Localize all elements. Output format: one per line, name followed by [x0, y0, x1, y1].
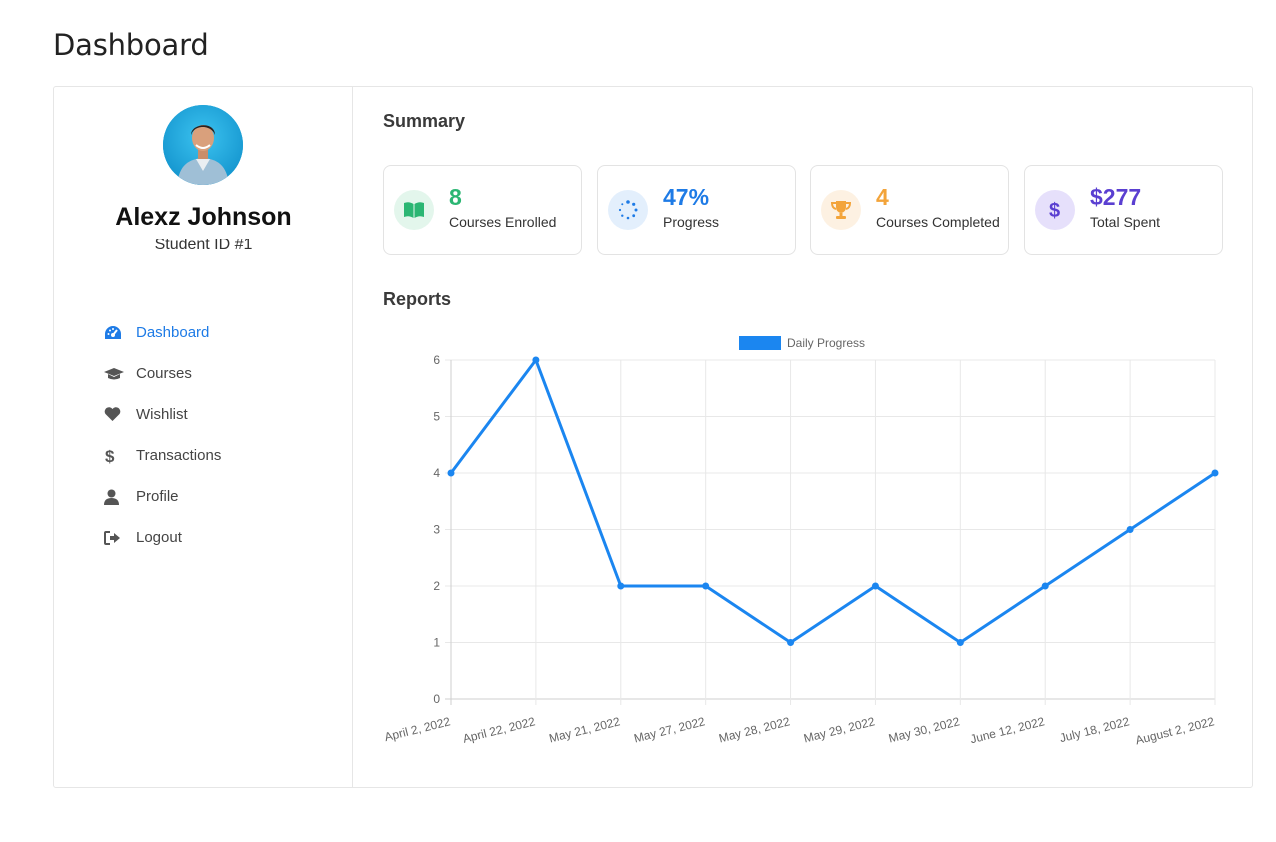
- x-tick-label: May 29, 2022: [802, 714, 876, 745]
- x-tick-label: May 27, 2022: [632, 714, 706, 745]
- data-point: [447, 469, 455, 477]
- series-line-daily-progress: [449, 358, 1216, 644]
- data-point: [871, 582, 879, 590]
- legend-label: Daily Progress: [787, 336, 865, 350]
- sidebar-item-label: Courses: [136, 365, 192, 382]
- x-tick-label: May 28, 2022: [717, 714, 791, 745]
- avatar[interactable]: [163, 105, 243, 185]
- y-tick-label: 4: [433, 466, 440, 480]
- x-tick-label: May 21, 2022: [548, 714, 622, 745]
- data-point: [1126, 526, 1134, 533]
- x-tick-label: May 30, 2022: [887, 714, 961, 745]
- sidebar-item-logout[interactable]: Logout: [104, 517, 221, 558]
- dashboard-card: Alexz Johnson Student ID #1 Dashboard Co…: [53, 86, 1253, 788]
- sidebar-item-dashboard[interactable]: Dashboard: [104, 312, 221, 353]
- page-title: Dashboard: [53, 28, 209, 62]
- sidebar-item-label: Dashboard: [136, 324, 210, 341]
- user-icon: [104, 489, 136, 505]
- x-tick-label: August 2, 2022: [1134, 714, 1216, 747]
- x-tick-label: April 2, 2022: [383, 714, 452, 744]
- data-point: [956, 639, 964, 646]
- y-tick-label: 3: [433, 523, 440, 537]
- sidebar-nav: Dashboard Courses Wishlist $ Transaction…: [104, 312, 221, 558]
- logout-icon: [104, 530, 136, 545]
- sidebar-item-label: Profile: [136, 488, 179, 505]
- sidebar-item-courses[interactable]: Courses: [104, 353, 221, 394]
- sidebar-item-label: Transactions: [136, 447, 222, 464]
- sidebar-item-profile[interactable]: Profile: [104, 476, 221, 517]
- legend-swatch: [739, 336, 781, 350]
- data-point: [787, 639, 795, 646]
- dollar-icon: $: [104, 447, 136, 465]
- sidebar-item-transactions[interactable]: $ Transactions: [104, 435, 221, 476]
- data-point: [1211, 469, 1219, 477]
- dashboard-gauge-icon: [104, 325, 136, 341]
- sidebar: Alexz Johnson Student ID #1 Dashboard Co…: [54, 87, 353, 787]
- data-point: [532, 356, 540, 364]
- sidebar-item-label: Logout: [136, 529, 182, 546]
- sidebar-item-wishlist[interactable]: Wishlist: [104, 394, 221, 435]
- user-name: Alexz Johnson: [115, 203, 292, 231]
- reports-chart-area: 0 1 2 3 4 5 6 April 2, 2022 April 22, 2022 May 21…: [353, 87, 1253, 793]
- x-tick-label: April 22, 2022: [461, 714, 537, 746]
- heart-icon: [104, 407, 136, 422]
- graduation-cap-icon: [104, 367, 136, 381]
- x-tick-label: June 12, 2022: [969, 714, 1047, 746]
- x-tick-label: July 18, 2022: [1058, 714, 1131, 745]
- data-point: [1041, 582, 1049, 590]
- data-point: [617, 582, 625, 590]
- y-tick-label: 6: [433, 353, 440, 367]
- main-content: Summary 8 Courses Enrolled 47% Progress …: [353, 87, 1252, 787]
- y-tick-label: 1: [433, 636, 440, 650]
- student-id-text: Student ID #1: [154, 239, 253, 253]
- sidebar-item-label: Wishlist: [136, 406, 188, 423]
- data-point: [702, 582, 710, 590]
- student-id: Student ID #1: [54, 239, 353, 253]
- daily-progress-line-chart: 0 1 2 3 4 5 6 April 2, 2022 April 22, 2022 May 21…: [383, 336, 1219, 747]
- y-tick-label: 0: [433, 692, 440, 706]
- svg-text:$: $: [105, 447, 115, 465]
- y-tick-label: 2: [433, 579, 440, 593]
- y-tick-label: 5: [433, 410, 440, 424]
